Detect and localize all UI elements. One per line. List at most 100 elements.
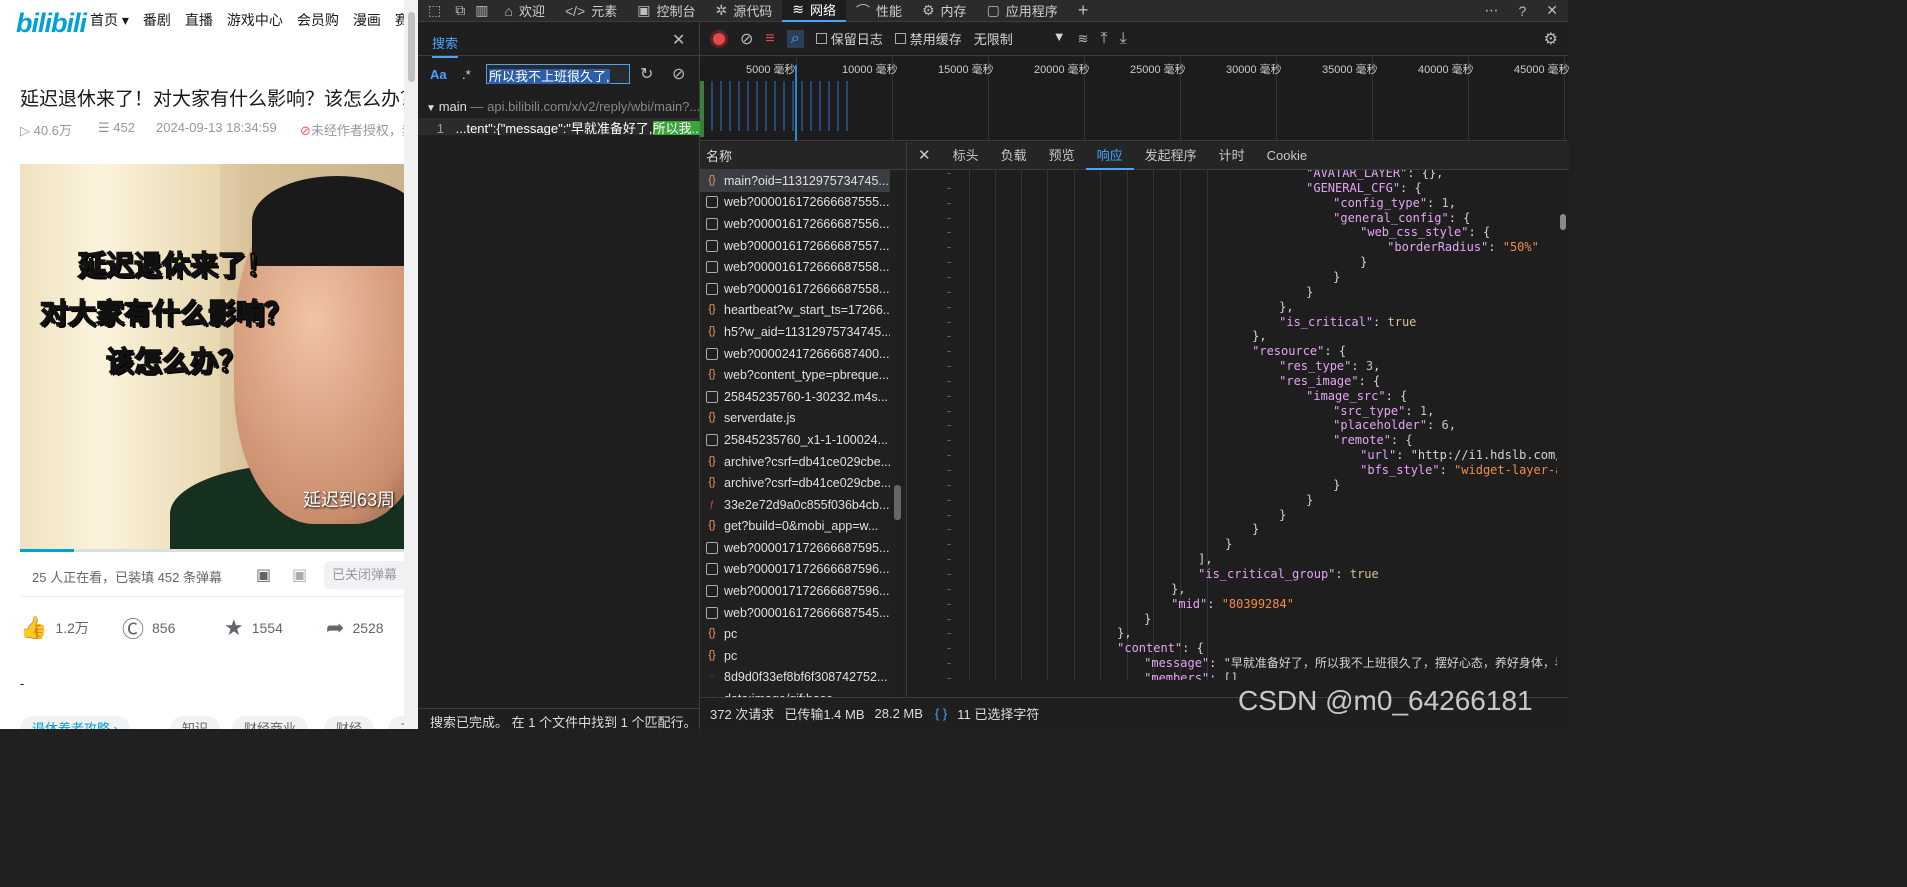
- request-row[interactable]: web?000016172666687558...: [700, 278, 890, 300]
- request-row[interactable]: ƒ 33e2e72d9a0c855f036b4cb...: [700, 494, 890, 516]
- record-stop-icon[interactable]: [710, 29, 728, 48]
- request-row[interactable]: {} pc: [700, 623, 890, 645]
- danmaku-input-disabled[interactable]: 已关闭弹幕: [324, 561, 406, 589]
- request-row[interactable]: web?000024172666687400...: [700, 343, 890, 365]
- nav-item-mall[interactable]: 会员购: [297, 10, 339, 30]
- request-row[interactable]: {} pc: [700, 645, 890, 667]
- tag-item[interactable]: 知识: [170, 716, 221, 729]
- danmaku-count: ☰ 452: [98, 120, 135, 135]
- clear-log-icon[interactable]: ⊘: [740, 29, 753, 49]
- bilibili-logo[interactable]: bilibili: [16, 8, 87, 39]
- clear-icon[interactable]: ⊘: [672, 64, 685, 84]
- search-icon[interactable]: ⌕: [786, 29, 804, 48]
- name-column-header[interactable]: 名称: [700, 142, 906, 170]
- search-input[interactable]: 所以我不上班很久了,: [486, 64, 630, 84]
- more-icon[interactable]: ⋯: [1474, 0, 1508, 22]
- tab-performance[interactable]: ⌒ 性能: [846, 0, 912, 22]
- tab-headers[interactable]: 标头: [942, 142, 990, 170]
- like-button[interactable]: 👍 1.2万: [20, 612, 122, 644]
- favorite-button[interactable]: ★ 1554: [224, 612, 326, 644]
- preserve-log-checkbox[interactable]: 保留日志: [815, 29, 883, 48]
- request-row[interactable]: {} heartbeat?w_start_ts=17266...: [700, 300, 890, 322]
- export-icon[interactable]: ⤓: [1120, 30, 1127, 48]
- tab-console[interactable]: ▣ 控制台: [627, 0, 705, 22]
- close-icon[interactable]: ✕: [672, 30, 685, 50]
- tab-search[interactable]: 搜索: [432, 33, 459, 58]
- request-row[interactable]: 25845235760_x1-1-100024...: [700, 429, 890, 451]
- tab-response[interactable]: 响应: [1085, 142, 1134, 170]
- request-row[interactable]: ◌data:image/gif;base...: [700, 688, 890, 697]
- request-row[interactable]: web?000017172666687595...: [700, 537, 890, 559]
- regex-toggle[interactable]: .*: [462, 67, 471, 82]
- video-progress-bar[interactable]: [20, 549, 404, 552]
- video-player[interactable]: 延迟退休来了！ 对大家有什么影响？ 该怎么办？ 延迟到63周: [20, 164, 404, 550]
- search-result-file[interactable]: ▼ main — api.bilibili.com/x/v2/reply/wbi…: [426, 99, 700, 114]
- close-detail-icon[interactable]: ✕: [907, 142, 942, 170]
- request-row[interactable]: {} archive?csrf=db41ce029cbe...: [700, 451, 890, 473]
- request-row[interactable]: ◌ 8d9d0f33ef8bf6f308742752...: [700, 667, 890, 689]
- nav-item-home[interactable]: 首页 ▾: [90, 10, 129, 30]
- filter-icon[interactable]: ≡: [765, 30, 774, 48]
- device-icon[interactable]: ⧉: [451, 0, 469, 22]
- refresh-icon[interactable]: ↻: [640, 64, 653, 84]
- tab-preview[interactable]: 预览: [1038, 142, 1086, 170]
- code-vertical-scrollbar[interactable]: [1557, 170, 1569, 680]
- danmaku-toggle-icon[interactable]: ▣: [256, 565, 271, 585]
- tab-sources[interactable]: ✲ 源代码: [705, 0, 782, 22]
- disable-cache-checkbox[interactable]: 禁用缓存: [894, 29, 962, 48]
- pretty-print-toggle[interactable]: { }: [935, 706, 947, 721]
- tab-elements[interactable]: </> 元素: [555, 0, 627, 22]
- import-icon[interactable]: ⤒: [1101, 30, 1108, 48]
- dock-icon[interactable]: ▥: [469, 0, 494, 22]
- request-row[interactable]: web?000016172666687555...: [700, 192, 890, 214]
- request-row[interactable]: web?000016172666687557...: [700, 235, 890, 257]
- inspect-icon[interactable]: ⬚: [418, 0, 451, 22]
- throttle-select[interactable]: 无限制 ▼: [974, 29, 1066, 48]
- tab-cookies[interactable]: Cookie: [1256, 142, 1318, 170]
- request-row[interactable]: {} main?oid=11312975734745...: [700, 170, 890, 192]
- nav-item-manga[interactable]: 漫画: [353, 10, 381, 30]
- response-code-viewer[interactable]: - "AVATAR_LAYER": {}, - "GENERAL_CFG": {…: [907, 170, 1557, 680]
- tab-initiator[interactable]: 发起程序: [1134, 142, 1208, 170]
- request-row[interactable]: web?000016172666687556...: [700, 213, 890, 235]
- search-result-line[interactable]: 1 ...tent":{"message":"早就准备好了,所以我...: [418, 118, 700, 135]
- request-row[interactable]: {} archive?csrf=db41ce029cbe...: [700, 472, 890, 494]
- code-line: - }: [931, 269, 1341, 284]
- request-row[interactable]: web?000017172666687596...: [700, 580, 890, 602]
- tab-network[interactable]: ≋ 网络: [782, 0, 846, 22]
- tag-topic[interactable]: 退休养老攻略 ›: [20, 716, 130, 729]
- code-line: - },: [931, 581, 1186, 596]
- request-row[interactable]: web?000016172666687545...: [700, 602, 890, 624]
- request-count: 372 次请求: [710, 707, 775, 722]
- request-row[interactable]: {} h5?w_aid=11312975734745...: [700, 321, 890, 343]
- timeline-tick-label: 35000 毫秒: [1322, 64, 1378, 76]
- close-devtools-icon[interactable]: ✕: [1536, 0, 1568, 22]
- tag-item[interactable]: 财经: [324, 716, 375, 729]
- coin-button[interactable]: Ⓒ 856: [122, 612, 224, 644]
- network-conditions-icon[interactable]: ≋: [1078, 31, 1089, 47]
- tab-timing[interactable]: 计时: [1208, 142, 1256, 170]
- page-scrollbar[interactable]: [404, 0, 418, 729]
- add-tab-icon[interactable]: +: [1068, 0, 1099, 22]
- nav-item-live[interactable]: 直播: [185, 10, 213, 30]
- request-row[interactable]: {} web?content_type=pbreque...: [700, 364, 890, 386]
- danmaku-settings-icon[interactable]: ▣: [292, 565, 307, 585]
- request-row[interactable]: {} serverdate.js: [700, 408, 890, 430]
- match-case-toggle[interactable]: Aa: [430, 67, 447, 82]
- settings-gear-icon[interactable]: ⚙: [1544, 29, 1558, 49]
- tab-memory[interactable]: ⚙ 内存: [912, 0, 977, 22]
- tab-welcome[interactable]: ⌂ 欢迎: [494, 0, 554, 22]
- network-overview-timeline[interactable]: 5000 毫秒 10000 毫秒 15000 毫秒 20000 毫秒 25000 毫秒 3…: [700, 57, 1570, 141]
- tab-payload[interactable]: 负载: [990, 142, 1038, 170]
- request-row[interactable]: {} get?build=0&mobi_app=w...: [700, 516, 890, 538]
- tag-item[interactable]: 财经商业: [232, 716, 309, 729]
- nav-item-games[interactable]: 游戏中心: [227, 10, 283, 30]
- request-row[interactable]: web?000016172666687558...: [700, 256, 890, 278]
- request-list-scrollbar[interactable]: [890, 170, 906, 697]
- nav-item-anime[interactable]: 番剧: [143, 10, 171, 30]
- tab-application[interactable]: ▢ 应用程序: [977, 0, 1068, 22]
- watching-count: 25 人正在看，已装填 452 条弹幕: [32, 570, 222, 585]
- request-row[interactable]: 25845235760-1-30232.m4s...: [700, 386, 890, 408]
- request-row[interactable]: web?000017172666687596...: [700, 559, 890, 581]
- help-icon[interactable]: ?: [1508, 0, 1536, 22]
